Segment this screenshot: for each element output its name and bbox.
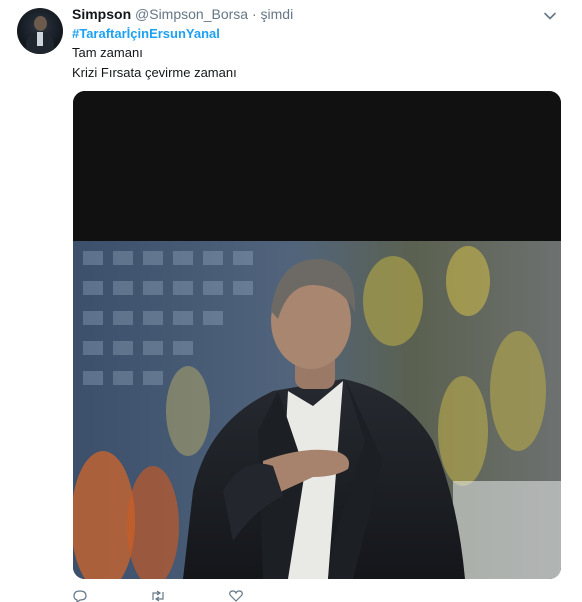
avatar-head — [34, 16, 47, 31]
tweet-card: Simpson @Simpson_Borsa · şimdi #Taraftar… — [0, 0, 582, 602]
timestamp[interactable]: şimdi — [261, 6, 294, 22]
hashtag-link[interactable]: #TaraftarİçinErsunYanal — [72, 26, 220, 41]
author-handle[interactable]: @Simpson_Borsa — [135, 6, 248, 22]
tweet-text-line: Tam zamanı — [72, 45, 143, 60]
avatar[interactable] — [17, 8, 63, 54]
separator-dot: · — [251, 6, 257, 22]
tweet-header: Simpson @Simpson_Borsa · şimdi — [72, 6, 293, 22]
heart-icon[interactable] — [228, 590, 244, 602]
tweet-actions — [72, 590, 372, 602]
retweet-icon[interactable] — [150, 590, 166, 602]
author-name[interactable]: Simpson — [72, 6, 131, 22]
chevron-down-icon[interactable] — [542, 8, 558, 24]
media-photo — [73, 241, 561, 579]
tweet-media[interactable] — [73, 91, 561, 579]
avatar-shirt — [37, 32, 43, 46]
media-black-band — [73, 91, 561, 241]
tweet-text-line: Krizi Fırsata çevirme zamanı — [72, 65, 237, 80]
reply-icon[interactable] — [72, 590, 88, 602]
